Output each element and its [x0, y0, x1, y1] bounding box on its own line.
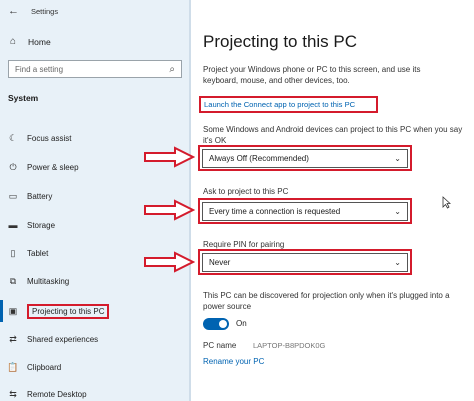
- sidebar-item-label: Clipboard: [27, 362, 62, 372]
- sidebar-item-label: Power & sleep: [27, 162, 79, 172]
- multitasking-icon: ⧉: [9, 275, 17, 286]
- chevron-down-icon: ⌄: [394, 207, 401, 216]
- title-bar: ← Settings: [8, 4, 58, 18]
- sidebar-item-tablet[interactable]: ▯ Tablet: [6, 246, 49, 260]
- sidebar-item-label: Remote Desktop: [27, 389, 87, 399]
- power-label: This PC can be discovered for projection…: [203, 291, 450, 311]
- search-placeholder: Find a setting: [15, 64, 64, 74]
- page-title: Projecting to this PC: [203, 32, 358, 51]
- sidebar-item-label: Battery: [27, 191, 53, 201]
- sidebar-item-label: Tablet: [27, 248, 49, 258]
- sidebar-item-clipboard[interactable]: 📋 Clipboard: [6, 360, 61, 374]
- battery-icon: ▭: [8, 190, 18, 201]
- pc-name-label: PC name: [203, 341, 237, 350]
- section-heading: System: [8, 93, 39, 103]
- availability-label: Some Windows and Android devices can pro…: [203, 125, 463, 145]
- pc-name-value: LAPTOP-B8PDOK0G: [253, 341, 326, 350]
- sidebar-item-label: Projecting to this PC: [27, 303, 110, 319]
- launch-connect-link-outline: Launch the Connect app to project to thi…: [199, 96, 378, 113]
- storage-icon: ▬: [8, 220, 18, 230]
- sidebar-item-projecting[interactable]: ▣ Projecting to this PC: [6, 303, 110, 319]
- sidebar-item-label: Focus assist: [27, 133, 72, 143]
- rename-pc-link[interactable]: Rename your PC: [203, 357, 264, 366]
- annotation-arrow-icon: [144, 146, 195, 168]
- search-input[interactable]: Find a setting ⌕: [8, 60, 182, 78]
- clipboard-icon: 📋: [7, 361, 19, 372]
- sidebar-item-label: Shared experiences: [27, 334, 99, 344]
- sidebar-item-storage[interactable]: ▬ Storage: [6, 218, 56, 232]
- pin-dropdown[interactable]: Never ⌄: [202, 253, 408, 272]
- sidebar-item-focus-assist[interactable]: ☾ Focus assist: [6, 131, 72, 145]
- availability-dropdown[interactable]: Always Off (Recommended) ⌄: [202, 149, 408, 168]
- sidebar-item-battery[interactable]: ▭ Battery: [6, 189, 53, 203]
- sidebar-item-label: Multitasking: [27, 276, 70, 286]
- chevron-down-icon: ⌄: [394, 154, 401, 163]
- home-label: Home: [28, 36, 51, 47]
- annotation-arrow-icon: [144, 199, 195, 221]
- back-arrow-icon[interactable]: ←: [8, 5, 19, 17]
- power-toggle[interactable]: [203, 318, 229, 330]
- sidebar-item-remote-desktop[interactable]: ⇆ Remote Desktop: [6, 387, 87, 401]
- ask-label: Ask to project to this PC: [203, 187, 289, 196]
- home-nav-item[interactable]: ⌂ Home: [6, 36, 51, 47]
- power-icon: ⏻: [9, 161, 17, 172]
- ask-value: Every time a connection is requested: [209, 207, 341, 216]
- mouse-cursor-icon: [442, 196, 451, 209]
- home-icon: ⌂: [9, 36, 17, 47]
- search-icon[interactable]: ⌕: [169, 64, 175, 75]
- projector-icon: ▣: [8, 305, 18, 316]
- toggle-state: On: [236, 319, 247, 328]
- sidebar-item-label: Storage: [27, 220, 56, 230]
- toggle-knob: [219, 320, 227, 328]
- shared-icon: ⇄: [9, 333, 17, 344]
- sidebar-item-multitasking[interactable]: ⧉ Multitasking: [6, 274, 69, 288]
- app-title: Settings: [31, 6, 59, 16]
- page-description: Project your Windows phone or PC to this…: [203, 65, 421, 85]
- tablet-icon: ▯: [10, 247, 16, 258]
- ask-dropdown[interactable]: Every time a connection is requested ⌄: [202, 202, 408, 221]
- chevron-down-icon: ⌄: [394, 258, 401, 267]
- annotation-arrow-icon: [144, 251, 195, 273]
- moon-icon: ☾: [8, 132, 18, 143]
- active-indicator: [0, 300, 3, 322]
- sidebar-item-power-sleep[interactable]: ⏻ Power & sleep: [6, 160, 79, 174]
- remote-icon: ⇆: [9, 388, 17, 399]
- launch-connect-link[interactable]: Launch the Connect app to project to thi…: [204, 100, 355, 109]
- availability-value: Always Off (Recommended): [209, 154, 309, 163]
- sidebar-item-shared-experiences[interactable]: ⇄ Shared experiences: [6, 332, 98, 346]
- pin-value: Never: [209, 258, 231, 267]
